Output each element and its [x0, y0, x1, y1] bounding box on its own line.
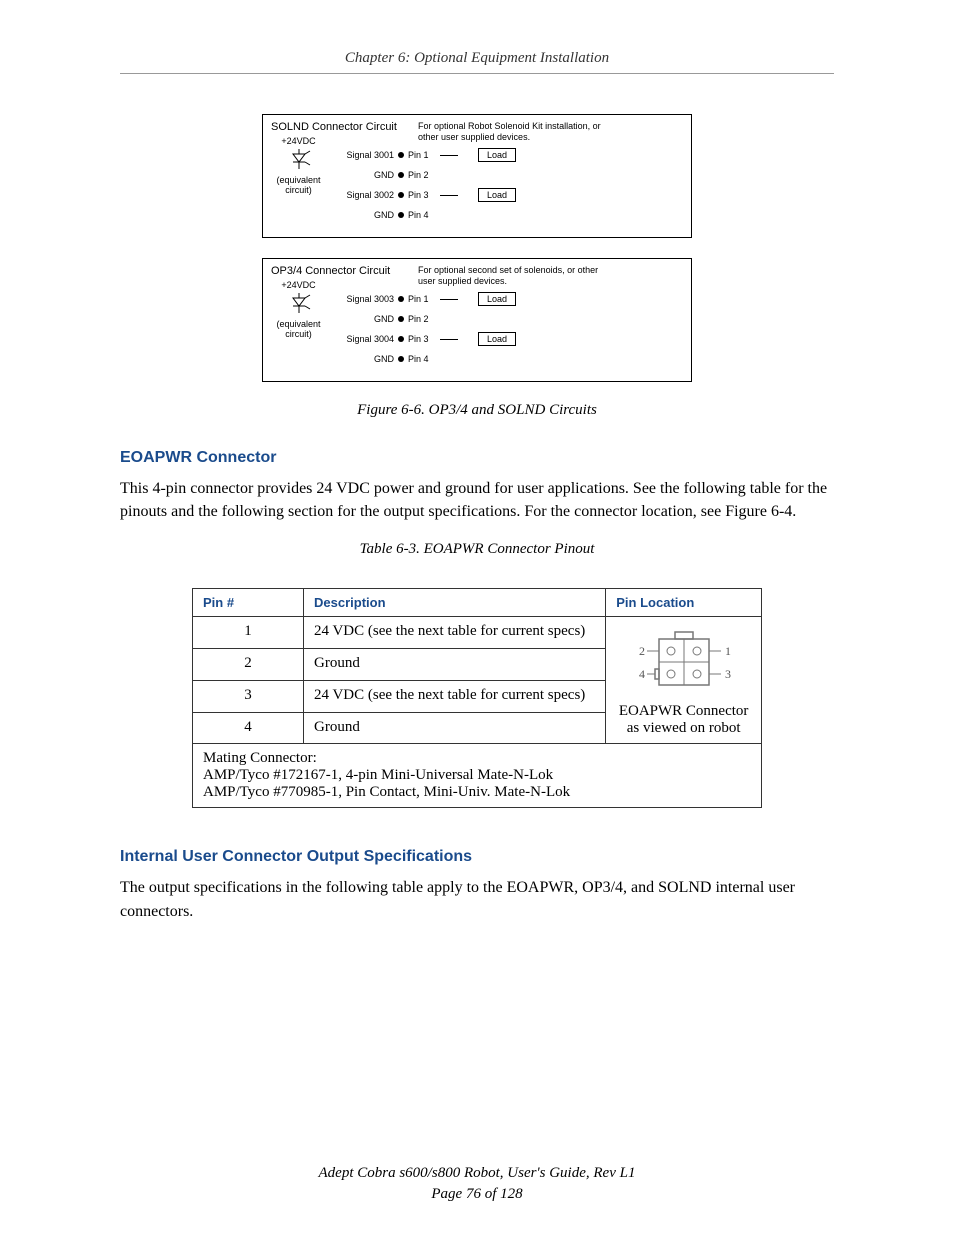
- pin-cell: 2: [193, 649, 304, 681]
- pin-label: Pin 1: [408, 150, 440, 160]
- svg-text:3: 3: [725, 667, 731, 681]
- pin-dot-icon: [398, 316, 404, 322]
- pin-dot-icon: [398, 296, 404, 302]
- pin-label: Pin 2: [408, 314, 440, 324]
- pin-label: Pin 1: [408, 294, 440, 304]
- wire-line: [440, 339, 458, 340]
- svg-text:4: 4: [639, 667, 645, 681]
- pin-row: Signal 3001 Pin 1 Load: [334, 145, 683, 165]
- connector-diagram-icon: 1 2 3 4: [629, 629, 739, 699]
- section-heading-eoapwr: EOAPWR Connector: [120, 449, 834, 467]
- table-row: 1 24 VDC (see the next table for current…: [193, 617, 762, 649]
- section-paragraph: This 4-pin connector provides 24 VDC pow…: [120, 477, 834, 523]
- signal-label: Signal 3004: [334, 334, 398, 344]
- equivalent-circuit-block: +24VDC (equivalent circuit): [271, 137, 326, 196]
- svg-text:2: 2: [639, 644, 645, 658]
- pinout-table: Pin # Description Pin Location 1 24 VDC …: [192, 588, 762, 808]
- footer-page: Page 76 of 128: [0, 1184, 954, 1205]
- pin-row: GND Pin 2: [334, 165, 683, 185]
- desc-cell: Ground: [304, 712, 606, 744]
- mating-line3: AMP/Tyco #770985-1, Pin Contact, Mini-Un…: [203, 784, 751, 801]
- pin-row: Signal 3004 Pin 3 Load: [334, 329, 683, 349]
- pin-location-cell: 1 2 3 4 EOAPWR Connector as viewed on ro…: [606, 617, 762, 744]
- wire-line: [440, 299, 458, 300]
- col-header-loc: Pin Location: [606, 589, 762, 617]
- load-box: Load: [478, 292, 516, 306]
- pin-label: Pin 3: [408, 190, 440, 200]
- table-caption: Table 6-3. EOAPWR Connector Pinout: [120, 541, 834, 558]
- desc-cell: 24 VDC (see the next table for current s…: [304, 680, 606, 712]
- wire-line: [440, 195, 458, 196]
- section-paragraph: The output specifications in the followi…: [120, 876, 834, 922]
- signal-label: Signal 3001: [334, 150, 398, 160]
- col-header-desc: Description: [304, 589, 606, 617]
- signal-label: GND: [334, 210, 398, 220]
- section-heading-output-specs: Internal User Connector Output Specifica…: [120, 848, 834, 866]
- connector-caption-2: as viewed on robot: [616, 720, 751, 737]
- pin-row: GND Pin 2: [334, 309, 683, 329]
- pin-row: Signal 3002 Pin 3 Load: [334, 185, 683, 205]
- signal-label: GND: [334, 170, 398, 180]
- figure-caption: Figure 6-6. OP3/4 and SOLND Circuits: [120, 402, 834, 419]
- load-box: Load: [478, 332, 516, 346]
- solnd-circuit-box: SOLND Connector Circuit For optional Rob…: [262, 114, 692, 238]
- desc-cell: Ground: [304, 649, 606, 681]
- pin-cell: 4: [193, 712, 304, 744]
- signal-label: GND: [334, 354, 398, 364]
- pin-label: Pin 4: [408, 210, 440, 220]
- pin-row: GND Pin 4: [334, 349, 683, 369]
- mating-connector-row: Mating Connector: AMP/Tyco #172167-1, 4-…: [193, 744, 762, 808]
- desc-cell: 24 VDC (see the next table for current s…: [304, 617, 606, 649]
- pin-dot-icon: [398, 212, 404, 218]
- pin-dot-icon: [398, 152, 404, 158]
- table-header-row: Pin # Description Pin Location: [193, 589, 762, 617]
- pin-row: GND Pin 4: [334, 205, 683, 225]
- pin-label: Pin 4: [408, 354, 440, 364]
- col-header-pin: Pin #: [193, 589, 304, 617]
- pin-label: Pin 3: [408, 334, 440, 344]
- pin-cell: 1: [193, 617, 304, 649]
- circuit-diagram-container: SOLND Connector Circuit For optional Rob…: [262, 114, 692, 382]
- pin-row: Signal 3003 Pin 1 Load: [334, 289, 683, 309]
- op34-circuit-box: OP3/4 Connector Circuit For optional sec…: [262, 258, 692, 382]
- eq-circuit-label: (equivalent circuit): [271, 176, 326, 196]
- pin-dot-icon: [398, 192, 404, 198]
- equivalent-circuit-block: +24VDC (equivalent circuit): [271, 281, 326, 340]
- connector-caption-1: EOAPWR Connector: [616, 703, 751, 720]
- load-box: Load: [478, 148, 516, 162]
- voltage-label: +24VDC: [271, 137, 326, 147]
- pin-dot-icon: [398, 172, 404, 178]
- footer-title: Adept Cobra s600/s800 Robot, User's Guid…: [0, 1163, 954, 1184]
- circuit-note: For optional second set of solenoids, or…: [418, 265, 618, 287]
- load-box: Load: [478, 188, 516, 202]
- pin-label: Pin 2: [408, 170, 440, 180]
- diode-symbol-icon: [284, 149, 314, 171]
- diode-symbol-icon: [284, 293, 314, 315]
- page-footer: Adept Cobra s600/s800 Robot, User's Guid…: [0, 1163, 954, 1205]
- pin-dot-icon: [398, 356, 404, 362]
- signal-label: GND: [334, 314, 398, 324]
- mating-line2: AMP/Tyco #172167-1, 4-pin Mini-Universal…: [203, 767, 751, 784]
- voltage-label: +24VDC: [271, 281, 326, 291]
- wire-line: [440, 155, 458, 156]
- circuit-note: For optional Robot Solenoid Kit installa…: [418, 121, 618, 143]
- mating-line1: Mating Connector:: [203, 750, 751, 767]
- pin-cell: 3: [193, 680, 304, 712]
- svg-text:1: 1: [725, 644, 731, 658]
- eq-circuit-label: (equivalent circuit): [271, 320, 326, 340]
- pin-dot-icon: [398, 336, 404, 342]
- signal-label: Signal 3003: [334, 294, 398, 304]
- chapter-header: Chapter 6: Optional Equipment Installati…: [120, 50, 834, 74]
- signal-label: Signal 3002: [334, 190, 398, 200]
